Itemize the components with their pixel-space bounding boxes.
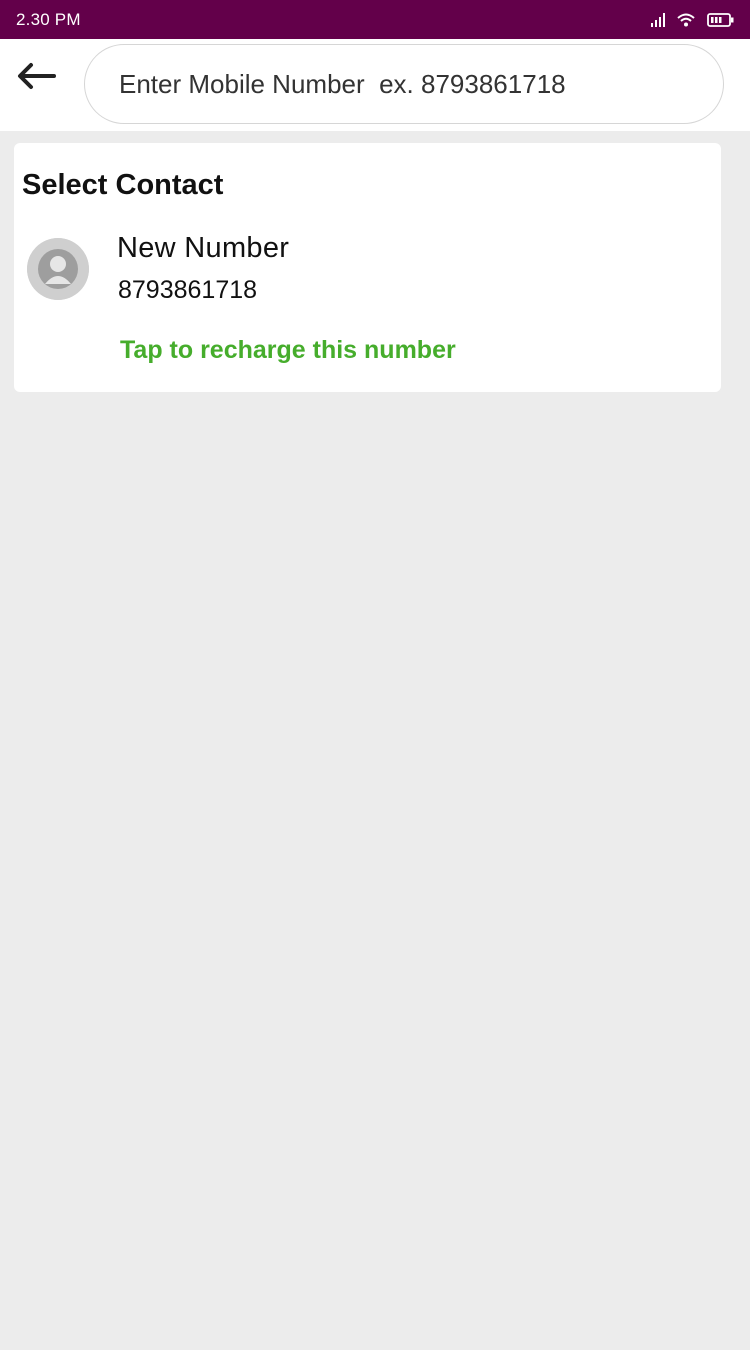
wifi-icon (677, 13, 695, 27)
avatar-placeholder-icon (27, 238, 89, 300)
battery-icon (707, 12, 734, 27)
status-bar: 2.30 PM (0, 0, 750, 39)
contact-name: New Number (117, 232, 290, 264)
recharge-link[interactable]: Tap to recharge this number (120, 336, 456, 365)
contact-number: 8793861718 (118, 276, 258, 304)
status-icons (651, 0, 734, 39)
top-bar (0, 39, 750, 131)
mobile-number-field[interactable] (84, 44, 724, 124)
back-button[interactable] (14, 61, 58, 95)
select-contact-title: Select Contact (22, 169, 224, 201)
list-item[interactable]: New Number 8793861718 Tap to recharge th… (14, 225, 721, 375)
back-arrow-icon (16, 62, 56, 95)
status-time: 2.30 PM (16, 9, 81, 29)
mobile-number-input[interactable] (119, 68, 723, 100)
signal-icon (651, 12, 665, 27)
contacts-card: Select Contact New Number 8793861718 Tap… (14, 143, 721, 392)
